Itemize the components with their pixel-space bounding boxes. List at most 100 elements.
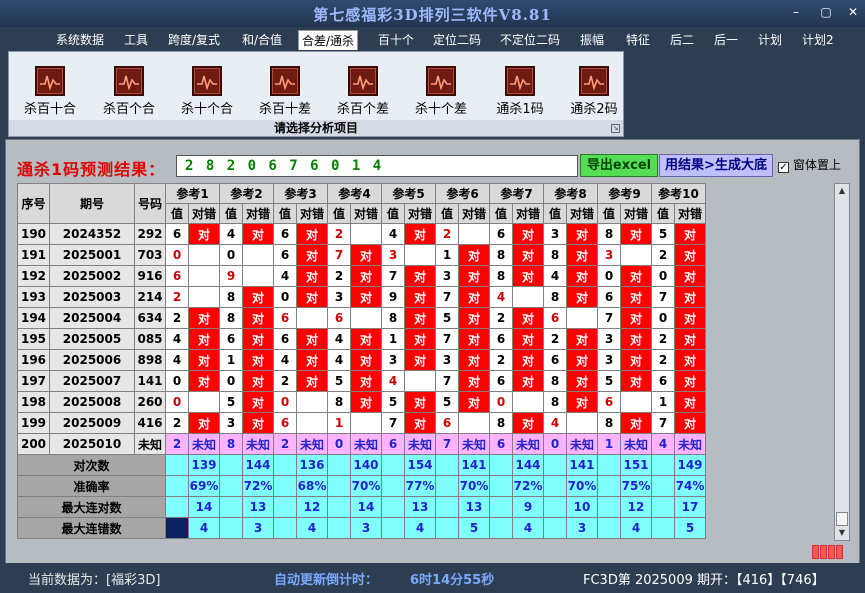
- future-result: 未知: [674, 433, 706, 455]
- ribbon-button-1[interactable]: 杀百十合: [14, 66, 86, 117]
- table-row[interactable]: 194 2025004 634 2 对 8 对 6 6 8 对 5 对 2 对 6 7 对 0 对: [17, 307, 706, 329]
- analysis-ribbon: 杀百十合 杀百个合 杀十个合 杀百十差 杀百个差 杀十个差 通杀1码 通杀2码 请选择分析项目…: [8, 51, 624, 137]
- menu-hundreds-tens-units[interactable]: 百十个: [375, 30, 417, 50]
- row-seq: 193: [17, 286, 50, 308]
- menu-plan[interactable]: 计划: [755, 30, 785, 50]
- header-value: 值: [219, 203, 243, 224]
- table-row[interactable]: 193 2025003 214 2 8 对 0 对 3 对 9 对 7 对 4 8 对 6 对 7 对: [17, 286, 706, 308]
- menu-plan2[interactable]: 计划2: [799, 30, 837, 50]
- menu-system-data[interactable]: 系统数据: [53, 30, 107, 50]
- chart-icon: [426, 66, 456, 96]
- menu-amplitude[interactable]: 振幅: [577, 30, 607, 50]
- scroll-down-icon[interactable]: ▼: [835, 526, 849, 540]
- ribbon-button-8[interactable]: 通杀2码: [558, 66, 630, 117]
- stats-value: 70%: [458, 475, 490, 497]
- ref-hit: 对: [674, 412, 706, 434]
- header-result: 对错: [566, 203, 598, 224]
- ref-hit: 对: [350, 244, 382, 266]
- ref-value: 6: [597, 391, 621, 413]
- stats-spacer: [165, 475, 189, 497]
- vertical-scrollbar[interactable]: ▲ ▼: [834, 183, 850, 541]
- stats-spacer: [273, 496, 297, 518]
- generate-base-button[interactable]: 用结果>生成大底: [659, 154, 773, 177]
- menu-combined-kill[interactable]: 合差/通杀: [298, 30, 359, 50]
- analysis-table: 序号 期号 号码 参考1 参考2 参考3 参考4 参考5 参考6 参考7 参考8 参考9 参考10 值对错…: [17, 183, 706, 539]
- row-number: 292: [134, 223, 166, 245]
- prediction-label: 通杀1码预测结果：: [17, 160, 166, 179]
- ref-value: 3: [597, 349, 621, 371]
- topmost-checkbox[interactable]: ✓ 窗体置上: [778, 156, 841, 173]
- menu-span-compound[interactable]: 跨度/复式: [165, 30, 223, 50]
- ref-value: 8: [543, 286, 567, 308]
- close-button[interactable]: ✕: [845, 5, 861, 19]
- ref-hit: 对: [566, 349, 598, 371]
- menu-tools[interactable]: 工具: [121, 30, 151, 50]
- ref-hit: 对: [512, 412, 544, 434]
- ref-hit: 对: [188, 328, 220, 350]
- ref-hit: 对: [620, 328, 652, 350]
- ribbon-button-4[interactable]: 杀百十差: [249, 66, 321, 117]
- future-value: 2: [273, 433, 297, 455]
- header-result: 对错: [350, 203, 382, 224]
- ribbon-button-3[interactable]: 杀十个合: [171, 66, 243, 117]
- table-row[interactable]: 195 2025005 085 4 对 6 对 6 对 4 对 1 对 7 对 6 对 2 对 3 对 2 对: [17, 328, 706, 350]
- ref-hit: 对: [188, 307, 220, 329]
- table-row[interactable]: 197 2025007 141 0 对 0 对 2 对 5 对 4 7 对 6 对 8 对 5 对 6 对: [17, 370, 706, 392]
- row-seq: 191: [17, 244, 50, 266]
- menu-unfixed-two[interactable]: 不定位二码: [497, 30, 563, 50]
- stats-spacer: [489, 475, 513, 497]
- ref-value: 6: [327, 307, 351, 329]
- ref-hit: 对: [566, 244, 598, 266]
- row-number: 416: [134, 412, 166, 434]
- future-row[interactable]: 200 2025010 未知 2 未知 8 未知 2 未知 0 未知 6 未知 7 未知 6 未知 0 未知 1 未知 4…: [17, 433, 706, 455]
- current-data-label: 当前数据为：[福彩3D]: [28, 573, 161, 588]
- scroll-up-icon[interactable]: ▲: [835, 184, 849, 198]
- menu-sum-value[interactable]: 和/合值: [239, 30, 285, 50]
- table-row[interactable]: 191 2025001 703 0 0 6 对 7 对 3 1 对 8 对 8 对 3 2 对: [17, 244, 706, 266]
- ribbon-button-7[interactable]: 通杀1码: [484, 66, 556, 117]
- ribbon-button-5[interactable]: 杀百个差: [327, 66, 399, 117]
- stats-spacer: [219, 496, 243, 518]
- minimize-button[interactable]: –: [788, 5, 804, 19]
- maximize-button[interactable]: ▢: [818, 5, 834, 19]
- header-result: 对错: [296, 203, 328, 224]
- table-row[interactable]: 196 2025006 898 4 对 1 对 4 对 4 对 3 对 3 对 2 对 6 对 3 对 2 对: [17, 349, 706, 371]
- ref-hit: 对: [242, 223, 274, 245]
- prediction-field[interactable]: 2 8 2 0 6 7 6 0 1 4: [176, 155, 578, 177]
- table-row[interactable]: 192 2025002 916 6 9 4 对 2 对 7 对 3 对 8 对 4 对 0 对 0 对: [17, 265, 706, 287]
- ref-hit: 对: [620, 349, 652, 371]
- ref-value: 4: [219, 223, 243, 245]
- stats-spacer: [435, 475, 459, 497]
- header-result: 对错: [512, 203, 544, 224]
- row-period: 2025002: [49, 265, 135, 287]
- table-row[interactable]: 199 2025009 416 2 对 3 对 6 1 7 对 6 8 对 4 8 对 7 对: [17, 412, 706, 434]
- ref-hit: 对: [566, 223, 598, 245]
- export-excel-button[interactable]: 导出excel: [580, 154, 658, 177]
- menu-last-two[interactable]: 后二: [667, 30, 697, 50]
- ref-hit: 对: [242, 412, 274, 434]
- stats-spacer: [273, 475, 297, 497]
- ref-hit: 对: [566, 391, 598, 413]
- checkbox-mark-icon[interactable]: ✓: [778, 162, 789, 173]
- stats-spacer: [327, 496, 351, 518]
- future-value: 2: [165, 433, 189, 455]
- menu-fixed-two[interactable]: 定位二码: [430, 30, 484, 50]
- countdown-label: 自动更新倒计时：: [274, 573, 379, 588]
- resize-grip[interactable]: [812, 544, 852, 560]
- stats-spacer: [435, 496, 459, 518]
- header-ref: 参考9: [597, 183, 652, 204]
- scroll-thumb[interactable]: [836, 512, 848, 526]
- ref-hit: 对: [242, 349, 274, 371]
- menu-features[interactable]: 特征: [623, 30, 653, 50]
- table-row[interactable]: 198 2025008 260 0 5 对 0 8 对 5 对 5 对 0 8 对 6 1 对: [17, 391, 706, 413]
- table-row[interactable]: 190 2024352 292 6 对 4 对 6 对 2 4 对 2 6 对 3 对 8 对 5 对: [17, 223, 706, 245]
- ribbon-expand-icon[interactable]: ↘: [611, 124, 620, 133]
- menu-last-one[interactable]: 后一: [711, 30, 741, 50]
- ribbon-button-2[interactable]: 杀百个合: [93, 66, 165, 117]
- ref-value: 5: [381, 391, 405, 413]
- stats-value: 4: [404, 517, 436, 539]
- row-number: 141: [134, 370, 166, 392]
- ref-hit: 对: [296, 244, 328, 266]
- ribbon-button-6[interactable]: 杀十个差: [405, 66, 477, 117]
- ref-value: 4: [381, 223, 405, 245]
